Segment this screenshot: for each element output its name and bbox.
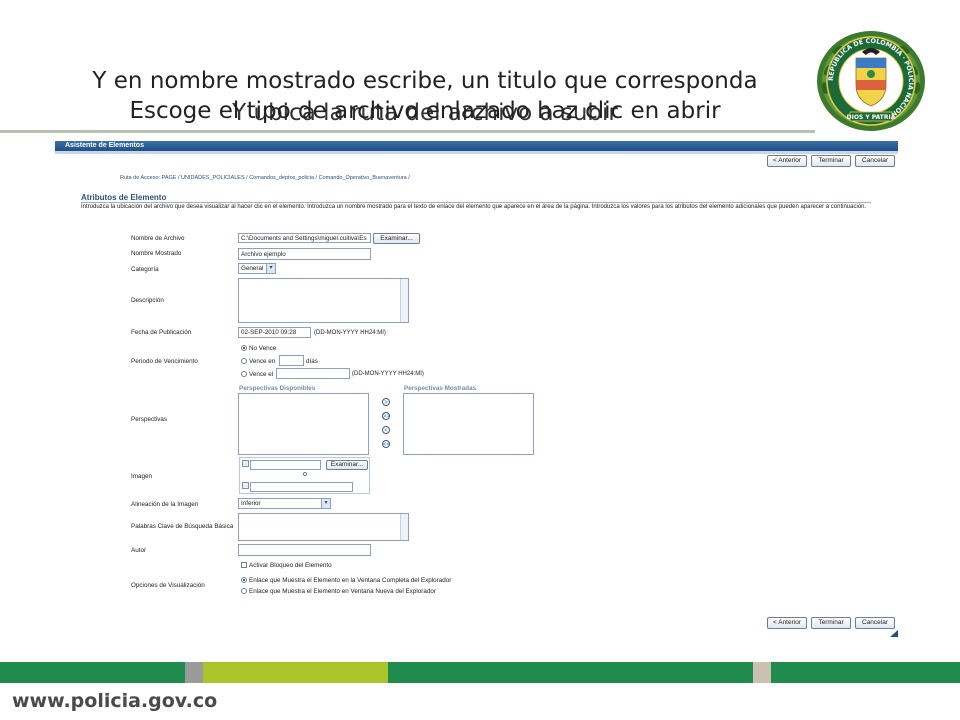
display-new-window-radio[interactable] [241, 588, 247, 594]
finish-button-top[interactable]: Terminar [811, 155, 851, 167]
crest-motto: DIOS Y PATRIA [847, 114, 896, 121]
section-title: Atributos de Elemento [81, 193, 167, 202]
display-full-window-radio[interactable] [241, 577, 247, 583]
footer-url[interactable]: www.policia.gov.co [12, 690, 217, 712]
elements-wizard-panel: Asistente de Elementos < Anterior Termin… [55, 141, 898, 637]
footer-band-gray-1 [185, 662, 203, 683]
file-browse-button[interactable]: Examinar... [373, 233, 420, 244]
expiry-in-text: Vence en [249, 358, 276, 365]
image-alignment-value: Inferior [241, 500, 261, 507]
expiry-on-text: Vence el [249, 371, 274, 378]
move-all-right-button[interactable]: >> [382, 412, 390, 420]
cancel-button-bottom[interactable]: Cancelar [855, 617, 895, 629]
breadcrumb[interactable]: Ruta de Acceso: PAGE / UNIDADES_POLICIAL… [120, 175, 410, 181]
slide-title-line-1: Y en nombre mostrado escribe, un titulo … [92, 68, 758, 94]
keywords-label: Palabras Clave de Búsqueda Básica [131, 523, 234, 530]
description-scrollbar[interactable] [400, 279, 408, 322]
image-or-text: o [303, 471, 307, 478]
expiry-never-text: No Vence [249, 345, 277, 352]
perspectives-label: Perspectivas [131, 416, 168, 423]
expiry-days-input[interactable] [279, 355, 304, 366]
chevron-down-icon: ▾ [266, 264, 275, 273]
previous-button-top[interactable]: < Anterior [767, 155, 807, 167]
intro-text: Introduzca la ubicación del archivo que … [81, 204, 867, 210]
author-label: Autor [131, 547, 147, 554]
panel-corner-mark [890, 630, 898, 637]
image-alignment-select[interactable]: Inferior ▾ [238, 498, 331, 509]
display-full-window-text: Enlace que Muestra el Elemento en la Ven… [249, 577, 452, 584]
footer-band-beige [753, 662, 771, 683]
footer-band-green-mid [388, 662, 753, 683]
keywords-textarea[interactable] [238, 513, 409, 541]
footer-band-lime [203, 662, 388, 683]
expiry-never-radio[interactable] [241, 345, 247, 351]
keywords-scrollbar[interactable] [400, 514, 408, 540]
description-label: Descripción [131, 297, 164, 304]
image-url-icon [242, 482, 249, 489]
chevron-down-icon: ▾ [321, 499, 330, 508]
pub-date-input[interactable]: 02-SEP-2010 09:28 [238, 327, 311, 338]
category-select[interactable]: General ▾ [238, 263, 276, 274]
pub-date-format-hint: (DD-MON-YYYY HH24:MI) [314, 330, 386, 336]
display-options-label: Opciones de Visualización [131, 582, 205, 589]
available-perspectives-heading: Perspectivas Disponibles [239, 385, 316, 392]
slide-title-line-3: Y ubica la ruta del archivo a subir [232, 100, 618, 126]
display-new-window-text: Enlace que Muestra el Elemento en Ventan… [249, 588, 436, 595]
move-right-button[interactable]: > [382, 398, 390, 406]
pub-date-label: Fecha de Publicación [131, 329, 192, 336]
wizard-header-subbar [55, 151, 898, 154]
move-all-left-button[interactable]: << [382, 440, 390, 448]
image-file-icon [242, 460, 249, 467]
shown-perspectives-list[interactable] [403, 393, 534, 455]
expiry-date-format-hint: (DD-MON-YYYY HH24:MI) [352, 371, 424, 377]
lock-checkbox[interactable] [241, 562, 247, 568]
file-name-label: Nombre de Archivo [131, 235, 185, 242]
available-perspectives-list[interactable] [238, 393, 369, 455]
category-select-value: General [241, 265, 264, 272]
move-left-button[interactable]: < [382, 426, 390, 434]
footer-band-green-right [771, 662, 960, 683]
wizard-header: Asistente de Elementos [55, 141, 898, 151]
previous-button-bottom[interactable]: < Anterior [767, 617, 807, 629]
image-alignment-label: Alineación de la Imagen [131, 501, 199, 508]
lock-label: Activar Bloqueo del Elemento [249, 562, 332, 569]
expiry-label: Período de Vencimiento [131, 358, 198, 365]
description-textarea[interactable] [238, 278, 409, 323]
image-picker: Examinar... o [239, 457, 370, 494]
shown-perspectives-heading: Perspectivas Mostradas [404, 385, 477, 392]
expiry-days-text: días [306, 358, 318, 365]
image-label: Imagen [131, 473, 153, 480]
policia-crest-logo: REPÚBLICA DE COLOMBIA · POLICÍA NACIONAL… [817, 31, 925, 131]
finish-button-bottom[interactable]: Terminar [811, 617, 851, 629]
expiry-in-radio[interactable] [241, 358, 247, 364]
expiry-on-radio[interactable] [241, 371, 247, 377]
author-input[interactable] [238, 544, 371, 556]
category-label: Categoría [131, 266, 159, 273]
image-browse-button[interactable]: Examinar... [326, 460, 368, 470]
title-underline [0, 130, 815, 133]
footer-band-green-left [0, 662, 185, 683]
expiry-date-input[interactable] [276, 368, 350, 379]
image-url-input[interactable] [250, 482, 353, 492]
display-name-input[interactable]: Archivo ejemplo [238, 248, 371, 260]
image-file-input[interactable] [250, 460, 321, 470]
cancel-button-top[interactable]: Cancelar [855, 155, 895, 167]
display-name-label: Nombre Mostrado [131, 250, 182, 257]
file-name-input[interactable]: C:\Documents and Settings\miguel.cuitiva… [238, 233, 371, 243]
